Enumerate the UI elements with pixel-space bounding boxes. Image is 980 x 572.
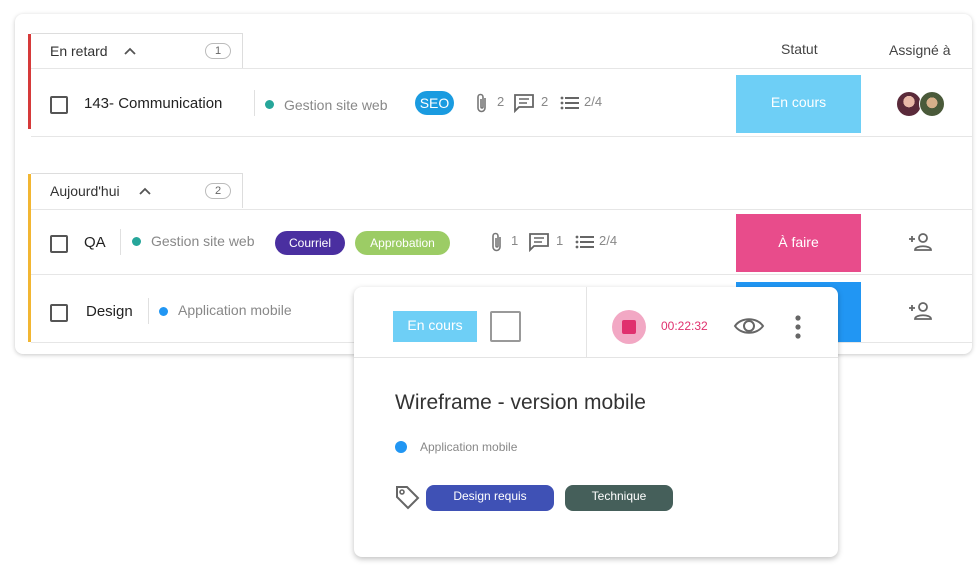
divider (148, 298, 149, 324)
eye-icon[interactable] (733, 315, 765, 337)
group-header-overdue[interactable]: En retard 1 (31, 33, 243, 68)
divider (354, 357, 838, 358)
chevron-up-icon[interactable] (123, 44, 137, 58)
divider (586, 287, 587, 357)
status-label: En cours (407, 317, 463, 333)
timer-stop-button[interactable] (612, 310, 646, 344)
group-count-badge: 2 (205, 183, 231, 199)
divider (31, 209, 972, 210)
tag-technique[interactable]: Technique (565, 485, 673, 511)
chevron-up-icon[interactable] (138, 184, 152, 198)
popup-status-badge[interactable]: En cours (393, 311, 477, 342)
project-color-dot (395, 441, 407, 453)
group-label: Aujourd'hui (50, 183, 120, 199)
task-title[interactable]: Design (86, 303, 133, 320)
avatar[interactable] (919, 91, 945, 117)
status-label: En cours (770, 94, 827, 110)
task-project[interactable]: Gestion site web (151, 233, 255, 249)
column-header-assigned[interactable]: Assigné à (889, 42, 950, 58)
checklist-icon[interactable] (575, 235, 595, 249)
group-count-badge: 1 (205, 43, 231, 59)
task-title[interactable]: QA (84, 234, 106, 251)
complete-checkbox[interactable] (490, 311, 521, 342)
divider (31, 274, 972, 275)
column-header-status[interactable]: Statut (781, 41, 818, 57)
tag-icon[interactable] (394, 484, 421, 511)
project-color-dot (159, 307, 168, 316)
divider (254, 90, 255, 116)
task-checkbox[interactable] (50, 304, 68, 322)
tag-courriel[interactable]: Courriel (275, 231, 345, 255)
task-checkbox[interactable] (50, 235, 68, 253)
comment-icon[interactable] (528, 232, 550, 252)
status-badge[interactable]: En cours (736, 75, 861, 133)
divider (242, 68, 972, 69)
status-label: À faire (778, 234, 819, 250)
paperclip-icon[interactable] (474, 92, 490, 114)
project-color-dot (132, 237, 141, 246)
divider (31, 136, 972, 137)
checklist-icon[interactable] (560, 96, 580, 110)
popup-task-project[interactable]: Application mobile (420, 440, 517, 454)
group-label: En retard (50, 43, 108, 59)
divider (120, 229, 121, 255)
task-project[interactable]: Application mobile (178, 302, 292, 318)
timer-value: 00:22:32 (661, 319, 708, 333)
task-title[interactable]: 143- Communication (84, 95, 222, 112)
tag-design-requis[interactable]: Design requis (426, 485, 554, 511)
tag-approbation[interactable]: Approbation (355, 231, 450, 255)
divider (31, 68, 242, 69)
task-checkbox[interactable] (50, 96, 68, 114)
checklist-progress: 2/4 (584, 94, 603, 109)
status-badge[interactable]: À faire (736, 214, 861, 272)
tag-seo[interactable]: SEO (415, 91, 454, 115)
popup-task-title[interactable]: Wireframe - version mobile (395, 391, 646, 415)
task-detail-popup[interactable]: En cours 00:22:32 Wireframe - version mo… (354, 287, 838, 557)
stop-icon (622, 320, 636, 334)
comment-count: 2 (541, 94, 549, 109)
add-person-icon[interactable] (908, 301, 934, 321)
comment-count: 1 (556, 233, 564, 248)
group-header-today[interactable]: Aujourd'hui 2 (31, 173, 243, 208)
task-project[interactable]: Gestion site web (284, 97, 388, 113)
attachment-count: 1 (511, 233, 519, 248)
more-vertical-icon[interactable] (794, 314, 802, 340)
project-color-dot (265, 100, 274, 109)
add-person-icon[interactable] (908, 232, 934, 252)
paperclip-icon[interactable] (489, 231, 505, 253)
checklist-progress: 2/4 (599, 233, 618, 248)
attachment-count: 2 (497, 94, 505, 109)
comment-icon[interactable] (513, 93, 535, 113)
